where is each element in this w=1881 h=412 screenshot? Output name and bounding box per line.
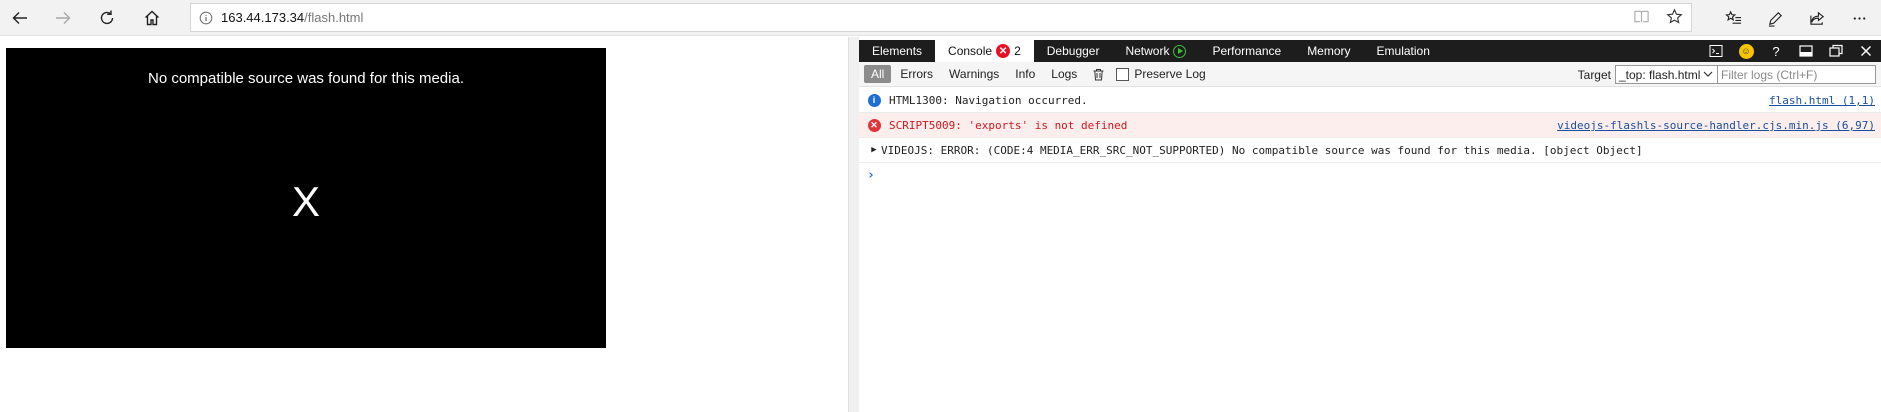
- filter-warnings-button[interactable]: Warnings: [942, 65, 1006, 83]
- tab-label: Network: [1125, 44, 1170, 58]
- tab-label: Elements: [872, 44, 923, 58]
- expand-triangle-icon[interactable]: ▶: [867, 145, 881, 155]
- info-icon[interactable]: [191, 11, 221, 25]
- address-bar[interactable]: 163.44.173.34/flash.html: [190, 3, 1692, 32]
- devtools-tab-bar: Elements Console ✕ 2 Debugger Network Pe…: [859, 40, 1881, 62]
- tab-console[interactable]: Console ✕ 2: [935, 40, 1034, 62]
- tab-label: Performance: [1212, 44, 1282, 58]
- devtools-panel: Elements Console ✕ 2 Debugger Network Pe…: [859, 37, 1881, 412]
- source-link[interactable]: flash.html (1,1): [1769, 88, 1875, 113]
- console-filter-bar: All Errors Warnings Info Logs Preserve L…: [859, 62, 1881, 87]
- favorite-star-icon[interactable]: [1666, 8, 1683, 28]
- url-path: /flash.html: [304, 10, 364, 25]
- arrow-left-icon: [12, 12, 27, 24]
- play-circle-icon: [1173, 44, 1187, 58]
- tab-label: Console: [948, 44, 993, 58]
- prompt-chevron-icon: ›: [867, 168, 875, 183]
- home-icon: [145, 10, 159, 26]
- filter-errors-button[interactable]: Errors: [893, 65, 940, 83]
- filter-logs-button[interactable]: Logs: [1044, 65, 1084, 83]
- home-button[interactable]: [137, 3, 167, 33]
- tab-label: Debugger: [1046, 44, 1100, 58]
- console-message: VIDEOJS: ERROR: (CODE:4 MEDIA_ERR_SRC_NO…: [881, 143, 1643, 157]
- share-button[interactable]: [1796, 3, 1838, 33]
- undock-icon[interactable]: [1821, 40, 1851, 62]
- tab-label: Emulation: [1376, 44, 1430, 58]
- error-x-icon: ✕: [996, 44, 1011, 58]
- refresh-icon: [100, 10, 114, 25]
- filter-info-button[interactable]: Info: [1008, 65, 1042, 83]
- source-link[interactable]: videojs-flashls-source-handler.cjs.min.j…: [1557, 113, 1875, 138]
- video-player[interactable]: No compatible source was found for this …: [6, 48, 606, 348]
- tab-memory[interactable]: Memory: [1294, 40, 1363, 62]
- close-icon[interactable]: [1851, 40, 1881, 62]
- target-label: Target: [1577, 67, 1611, 82]
- target-select[interactable]: _top: flash.html: [1615, 65, 1718, 84]
- tab-label: Memory: [1307, 44, 1351, 58]
- preserve-log-label: Preserve Log: [1134, 67, 1206, 81]
- favorites-list-icon: [1724, 10, 1741, 24]
- console-row-error: ✕ SCRIPT5009: 'exports' is not defined v…: [859, 113, 1881, 138]
- favorites-hub-button[interactable]: [1712, 3, 1754, 33]
- web-note-button[interactable]: [1754, 3, 1796, 33]
- console-output: i HTML1300: Navigation occurred. flash.h…: [859, 88, 1881, 188]
- tab-elements[interactable]: Elements: [859, 40, 935, 62]
- video-error-icon: X: [291, 178, 320, 225]
- arrow-right-icon: [56, 12, 71, 24]
- filter-all-button[interactable]: All: [864, 65, 892, 83]
- tab-performance[interactable]: Performance: [1199, 40, 1294, 62]
- help-icon[interactable]: ?: [1761, 40, 1791, 62]
- clear-console-trash-icon[interactable]: [1086, 68, 1110, 81]
- chevron-down-icon: [1703, 71, 1713, 77]
- web-page: No compatible source was found for this …: [0, 37, 848, 412]
- console-message: SCRIPT5009: 'exports' is not defined: [889, 118, 1128, 132]
- tab-debugger[interactable]: Debugger: [1034, 40, 1113, 62]
- filter-logs-input[interactable]: Filter logs (Ctrl+F): [1717, 65, 1876, 84]
- console-toggle-icon[interactable]: [1701, 40, 1731, 62]
- ellipsis-icon: [1853, 16, 1865, 20]
- share-icon: [1809, 11, 1824, 25]
- info-icon: i: [867, 93, 881, 107]
- tab-emulation[interactable]: Emulation: [1364, 40, 1443, 62]
- pen-icon: [1768, 11, 1782, 27]
- console-message: HTML1300: Navigation occurred.: [889, 93, 1088, 107]
- url-host: 163.44.173.34: [221, 10, 305, 25]
- video-error-message: No compatible source was found for this …: [148, 70, 464, 87]
- dock-bottom-icon[interactable]: [1791, 40, 1821, 62]
- error-count: 2: [1014, 44, 1021, 58]
- target-value: _top: flash.html: [1619, 67, 1701, 82]
- error-icon: ✕: [867, 118, 881, 132]
- reading-view-icon[interactable]: [1633, 8, 1650, 28]
- url-text: 163.44.173.34/flash.html: [221, 10, 363, 25]
- refresh-button[interactable]: [92, 3, 122, 33]
- browser-toolbar: 163.44.173.34/flash.html: [0, 0, 1881, 36]
- console-row-info: i HTML1300: Navigation occurred. flash.h…: [859, 88, 1881, 113]
- back-button[interactable]: [5, 3, 35, 33]
- tab-network[interactable]: Network: [1112, 40, 1199, 62]
- console-input-prompt[interactable]: ›: [859, 163, 1881, 188]
- preserve-log-checkbox[interactable]: Preserve Log: [1116, 67, 1206, 81]
- console-row-log[interactable]: ▶ VIDEOJS: ERROR: (CODE:4 MEDIA_ERR_SRC_…: [859, 138, 1881, 163]
- forward-button[interactable]: [48, 3, 78, 33]
- devtools-splitter[interactable]: [848, 37, 859, 412]
- checkbox-box: [1116, 67, 1130, 81]
- feedback-smile-icon[interactable]: ☺: [1731, 40, 1761, 62]
- more-button[interactable]: [1838, 3, 1880, 33]
